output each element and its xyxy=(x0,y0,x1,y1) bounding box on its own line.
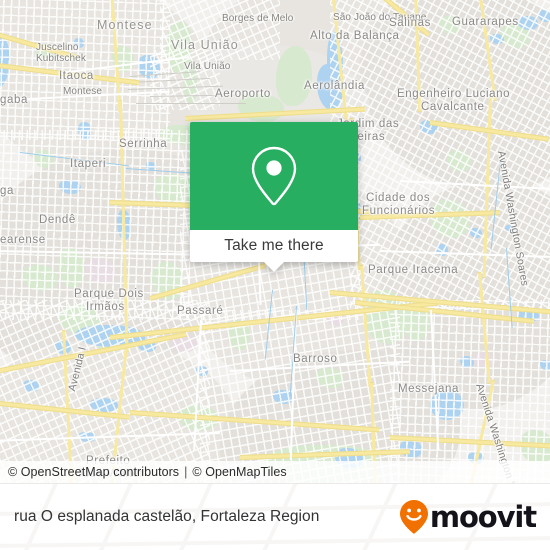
popup-action-area[interactable]: Take me there xyxy=(190,230,358,272)
take-me-there-button[interactable]: Take me there xyxy=(224,237,324,255)
location-popup-card[interactable]: Take me there xyxy=(190,122,358,272)
moovit-map-page: Montese Borges de Melo São João do Tauape S… xyxy=(0,0,550,550)
footer-bar: rua O esplanada castelão, Fortaleza Regi… xyxy=(0,483,550,550)
map-attribution-bar: © OpenStreetMap contributors | © OpenMap… xyxy=(0,461,550,483)
moovit-logo[interactable]: moovit xyxy=(399,499,537,535)
location-title: rua O esplanada castelão, Fortaleza Regi… xyxy=(14,508,320,525)
attribution-osm[interactable]: © OpenStreetMap contributors xyxy=(8,465,179,479)
map-road-label: Avenida I xyxy=(66,345,89,393)
attribution-separator: | xyxy=(184,465,188,479)
moovit-pin-smile-icon xyxy=(399,500,428,534)
map-road-label: Avenida Washington Soares xyxy=(495,149,531,287)
attribution-maptiles[interactable]: © OpenMapTiles xyxy=(192,465,286,479)
map-pin-icon xyxy=(251,146,297,206)
popup-pointer-tail xyxy=(263,261,285,272)
moovit-wordmark: moovit xyxy=(429,500,537,534)
map-canvas[interactable]: Montese Borges de Melo São João do Tauape S… xyxy=(0,0,550,483)
popup-image-area xyxy=(190,122,358,230)
